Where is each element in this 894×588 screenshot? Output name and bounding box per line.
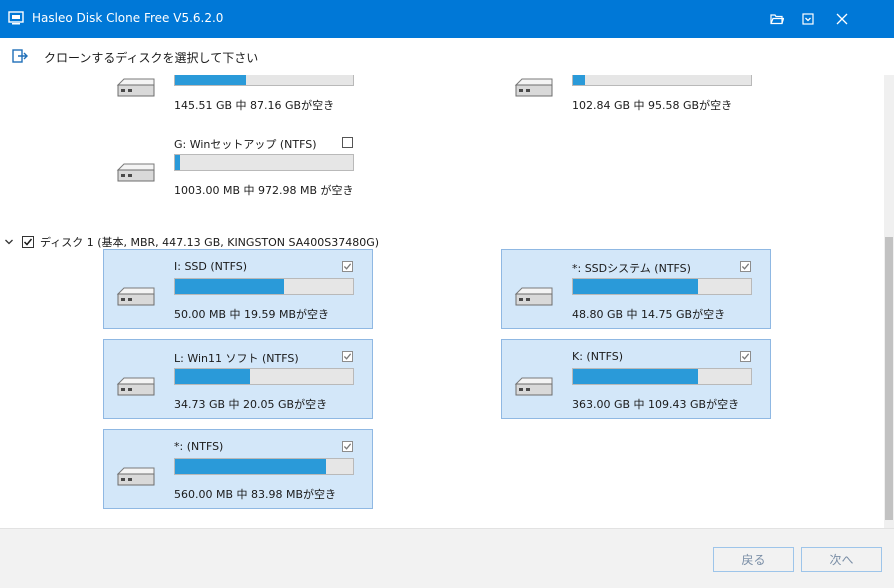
partition-name: L: Win11 ソフト (NTFS) — [174, 352, 299, 365]
partition-capacity: 102.84 GB 中 95.58 GBが空き — [572, 99, 733, 112]
partition-card-ssd-system[interactable]: *: SSDシステム (NTFS) 48.80 GB 中 14.75 GBが空き — [501, 249, 771, 329]
vertical-scrollbar[interactable] — [884, 75, 894, 528]
close-icon[interactable] — [831, 8, 853, 30]
usage-bar — [572, 368, 752, 385]
usage-bar-fill — [175, 369, 250, 384]
partition-name: G: Winセットアップ (NTFS) — [174, 138, 317, 151]
footer: 戻る 次へ — [0, 528, 894, 588]
usage-bar-fill — [573, 279, 698, 294]
partition-name: *: SSDシステム (NTFS) — [572, 262, 691, 275]
usage-bar — [572, 278, 752, 295]
partition-capacity: 145.51 GB 中 87.16 GBが空き — [174, 99, 335, 112]
disk-1-label: ディスク 1 (基本, MBR, 447.13 GB, KINGSTON SA4… — [40, 236, 380, 249]
title-bar: Hasleo Disk Clone Free V5.6.2.0 — [0, 0, 894, 38]
next-button[interactable]: 次へ — [801, 547, 882, 572]
partition-capacity: 1003.00 MB 中 972.98 MB が空き — [174, 184, 354, 197]
partition-card-k[interactable]: K: (NTFS) 363.00 GB 中 109.43 GBが空き — [501, 339, 771, 419]
partition-capacity: 50.00 MB 中 19.59 MBが空き — [174, 308, 330, 321]
disk-list[interactable]: 145.51 GB 中 87.16 GBが空き 102.84 GB 中 95.5… — [0, 75, 884, 528]
usage-bar-fill — [175, 155, 181, 170]
scrollbar-thumb[interactable] — [885, 237, 893, 520]
usage-bar — [572, 75, 752, 86]
step-title: クローンするディスクを選択して下さい — [44, 51, 259, 65]
usage-bar — [174, 154, 354, 171]
partition-capacity: 560.00 MB 中 83.98 MBが空き — [174, 488, 337, 501]
partition-capacity: 34.73 GB 中 20.05 GBが空き — [174, 398, 328, 411]
partition-card-i[interactable]: I: SSD (NTFS) 50.00 MB 中 19.59 MBが空き — [103, 249, 373, 329]
hard-drive-icon — [512, 77, 556, 99]
usage-bar-fill — [175, 279, 284, 294]
usage-bar — [174, 458, 354, 475]
app-icon — [8, 11, 24, 25]
chevron-down-icon[interactable] — [4, 237, 14, 247]
partition-checkbox[interactable] — [740, 261, 751, 272]
hard-drive-icon — [114, 376, 158, 398]
partition-checkbox[interactable] — [342, 351, 353, 362]
partition-card-star[interactable]: *: (NTFS) 560.00 MB 中 83.98 MBが空き — [103, 429, 373, 509]
partition-capacity: 363.00 GB 中 109.43 GBが空き — [572, 398, 740, 411]
partition-checkbox[interactable] — [740, 351, 751, 362]
open-folder-icon[interactable] — [766, 8, 788, 30]
partition-card[interactable]: 102.84 GB 中 95.58 GBが空き — [501, 75, 771, 120]
back-button[interactable]: 戻る — [713, 547, 794, 572]
usage-bar-fill — [175, 459, 327, 474]
partition-name: I: SSD (NTFS) — [174, 260, 248, 273]
partition-card-l[interactable]: L: Win11 ソフト (NTFS) 34.73 GB 中 20.05 GBが… — [103, 339, 373, 419]
menu-icon[interactable] — [797, 8, 819, 30]
hard-drive-icon — [512, 376, 556, 398]
usage-bar — [174, 368, 354, 385]
usage-bar-fill — [573, 369, 698, 384]
partition-name: K: (NTFS) — [572, 350, 624, 363]
disk-1-checkbox[interactable] — [22, 236, 34, 248]
usage-bar-fill — [175, 75, 247, 85]
partition-checkbox[interactable] — [342, 137, 353, 148]
hard-drive-icon — [114, 286, 158, 308]
usage-bar — [174, 75, 354, 86]
hard-drive-icon — [114, 162, 158, 184]
hard-drive-icon — [114, 77, 158, 99]
usage-bar — [174, 278, 354, 295]
hard-drive-icon — [512, 286, 556, 308]
partition-name: *: (NTFS) — [174, 440, 224, 453]
window-title: Hasleo Disk Clone Free V5.6.2.0 — [32, 11, 224, 25]
partition-checkbox[interactable] — [342, 441, 353, 452]
hard-drive-icon — [114, 466, 158, 488]
usage-bar-fill — [573, 75, 586, 85]
partition-capacity: 48.80 GB 中 14.75 GBが空き — [572, 308, 726, 321]
partition-card[interactable]: 145.51 GB 中 87.16 GBが空き — [103, 75, 373, 120]
partition-card-g[interactable]: G: Winセットアップ (NTFS) 1003.00 MB 中 972.98 … — [103, 125, 373, 205]
partition-checkbox[interactable] — [342, 261, 353, 272]
exit-icon[interactable] — [12, 49, 28, 63]
step-header: クローンするディスクを選択して下さい — [0, 38, 894, 75]
